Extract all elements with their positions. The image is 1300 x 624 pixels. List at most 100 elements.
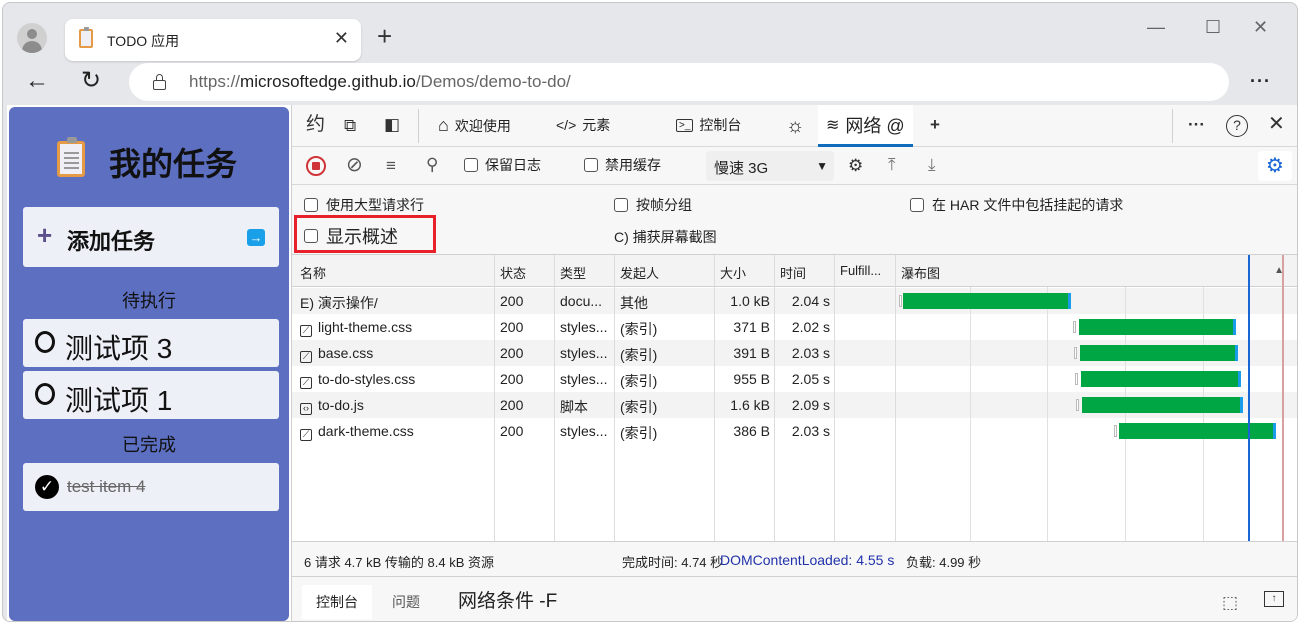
network-conditions-icon[interactable]: ⚙ [848, 156, 863, 176]
tab-elements[interactable]: </> 元素 [556, 115, 610, 135]
col-fulfilled[interactable]: Fulfill... [840, 263, 881, 278]
back-icon[interactable]: ← [25, 67, 49, 95]
column-divider [714, 255, 715, 541]
dock-side-icon[interactable]: ◧ [384, 115, 400, 135]
waterfall-bar[interactable] [1081, 371, 1242, 387]
lock-icon[interactable] [153, 74, 166, 90]
waterfall-bar-download [1238, 371, 1242, 387]
close-window-button[interactable]: ✕ [1253, 17, 1268, 38]
help-icon[interactable]: ? [1226, 115, 1248, 137]
export-har-icon[interactable]: ⤓ [928, 155, 936, 175]
large-rows-checkbox[interactable]: 使用大型请求行 [304, 195, 424, 215]
css-icon: ⟋ [300, 377, 312, 389]
drawer: 控制台 问题 网络条件 -F ⬚ ↑ [292, 577, 1297, 621]
checkmark-icon[interactable]: ✓ [35, 475, 59, 499]
dom-content-loaded: DOMContentLoaded: 4.55 s [720, 552, 895, 568]
profile-avatar[interactable] [17, 23, 47, 53]
cell-name: ⟋ light-theme.css [300, 319, 412, 337]
cell-time: 2.09 s [791, 397, 830, 413]
cell-type: styles... [560, 423, 608, 439]
col-type[interactable]: 类型 [560, 263, 586, 282]
maximize-button[interactable]: ☐ [1205, 17, 1221, 38]
col-time[interactable]: 时间 [780, 263, 806, 282]
dock-drawer-icon[interactable]: ⬚ [1222, 593, 1238, 613]
search-icon[interactable]: ⚲ [426, 155, 438, 175]
device-emulation-icon[interactable]: ⧉ [344, 116, 356, 136]
load-time: 负载: 4.99 秒 [906, 555, 982, 570]
task-item[interactable]: 测试项 1 [23, 371, 279, 419]
throttle-select[interactable]: 慢速 3G ▼ [706, 151, 834, 181]
close-tab-icon[interactable]: ✕ [334, 28, 349, 49]
pending-heading: 待执行 [122, 291, 176, 311]
cell-status: 200 [500, 293, 524, 309]
add-tab-button[interactable]: + [930, 115, 940, 135]
group-by-frame-checkbox[interactable]: 按帧分组 [614, 195, 692, 215]
cell-type: styles... [560, 371, 608, 387]
more-tools-button[interactable]: ··· [1188, 115, 1205, 135]
request-summary: 6 请求 4.7 kB 传输的 8.4 kB 资源 [304, 555, 494, 570]
drawer-tab-issues[interactable]: 问题 [378, 585, 434, 619]
waterfall-queue-marker [1075, 399, 1079, 411]
import-har-icon[interactable]: ⤒ [888, 155, 896, 175]
waterfall-bar[interactable] [1078, 319, 1236, 335]
task-checkbox[interactable] [35, 331, 55, 353]
waterfall-bar[interactable] [1079, 345, 1239, 361]
todo-app: 我的任务 + 添加任务 → 待执行 测试项 3 测试项 1 已完成 ✓ test… [9, 107, 289, 621]
waterfall-gridline [1047, 287, 1049, 541]
clear-icon[interactable]: ⊘ [346, 155, 363, 175]
column-divider [494, 255, 495, 541]
close-devtools-button[interactable]: ✕ [1268, 114, 1285, 134]
capture-screenshots-option[interactable]: C) 捕获屏幕截图 [614, 227, 717, 247]
page-title: 我的任务 [109, 146, 238, 182]
filter-icon[interactable]: ≡ [386, 156, 396, 176]
col-status[interactable]: 状态 [500, 263, 526, 282]
preserve-log-checkbox[interactable]: 保留日志 [464, 155, 541, 175]
js-icon: ‹› [300, 403, 312, 415]
minimize-button[interactable]: — [1147, 17, 1165, 38]
waterfall-bar[interactable] [902, 293, 1072, 309]
browser-menu-button[interactable]: ··· [1250, 71, 1271, 92]
col-initiator[interactable]: 发起人 [620, 263, 659, 282]
url-text: https://microsoftedge.github.io/Demos/de… [189, 72, 571, 91]
column-divider [614, 255, 615, 541]
add-task-input[interactable]: + 添加任务 → [23, 207, 279, 267]
record-icon[interactable] [306, 156, 326, 176]
col-waterfall[interactable]: 瀑布图 [901, 263, 940, 282]
waterfall-bar[interactable] [1119, 423, 1277, 439]
col-size[interactable]: 大小 [720, 263, 746, 282]
new-tab-button[interactable]: + [377, 21, 392, 51]
highlight-box [294, 215, 436, 253]
refresh-icon[interactable]: ↻ [81, 67, 101, 95]
submit-arrow-icon[interactable]: → [247, 229, 265, 246]
task-item[interactable]: 测试项 3 [23, 319, 279, 367]
tab-welcome[interactable]: ⌂ 欢迎使用 [438, 115, 511, 136]
cell-time: 2.02 s [791, 319, 830, 335]
devtools-tab-bar: 约 ⧉ ◧ ⌂ 欢迎使用 </> 元素 >_ 控制台 ☼ ≋ 网络 @ + ··… [292, 105, 1297, 147]
tab-network[interactable]: ≋ 网络 @ [818, 105, 913, 147]
settings-gear-icon[interactable]: ⚙ [1258, 151, 1292, 181]
col-name[interactable]: 名称 [300, 263, 326, 282]
css-icon: ⟋ [300, 429, 312, 441]
tab-sources[interactable]: ☼ [786, 115, 804, 138]
drawer-tab-network-conditions[interactable]: 网络条件 -F [444, 585, 571, 619]
cell-status: 200 [500, 345, 524, 361]
address-bar[interactable]: https://microsoftedge.github.io/Demos/de… [129, 63, 1229, 101]
tab-console[interactable]: >_ 控制台 [676, 115, 741, 135]
waterfall-queue-marker [1072, 321, 1076, 333]
har-pending-checkbox[interactable]: 在 HAR 文件中包括挂起的请求 [910, 195, 1123, 215]
clipboard-icon [79, 27, 93, 48]
drawer-tab-console[interactable]: 控制台 [302, 585, 372, 619]
collapse-drawer-icon[interactable]: ↑ [1264, 591, 1284, 607]
disable-cache-checkbox[interactable]: 禁用缓存 [584, 155, 661, 175]
waterfall-bar[interactable] [1082, 397, 1244, 413]
task-checkbox[interactable] [35, 383, 55, 405]
dropdown-arrow-icon: ▼ [816, 159, 828, 173]
cell-size: 371 B [733, 319, 770, 335]
task-item[interactable]: ✓ test item 4 [23, 463, 279, 511]
dom-content-loaded-line [1247, 255, 1250, 541]
add-task-label: 添加任务 [67, 229, 156, 254]
column-divider [774, 255, 775, 541]
waterfall-bar-download [1240, 397, 1244, 413]
inspect-glyph[interactable]: 约 [306, 115, 325, 135]
browser-tab[interactable]: TODO 应用 ✕ [65, 19, 361, 61]
